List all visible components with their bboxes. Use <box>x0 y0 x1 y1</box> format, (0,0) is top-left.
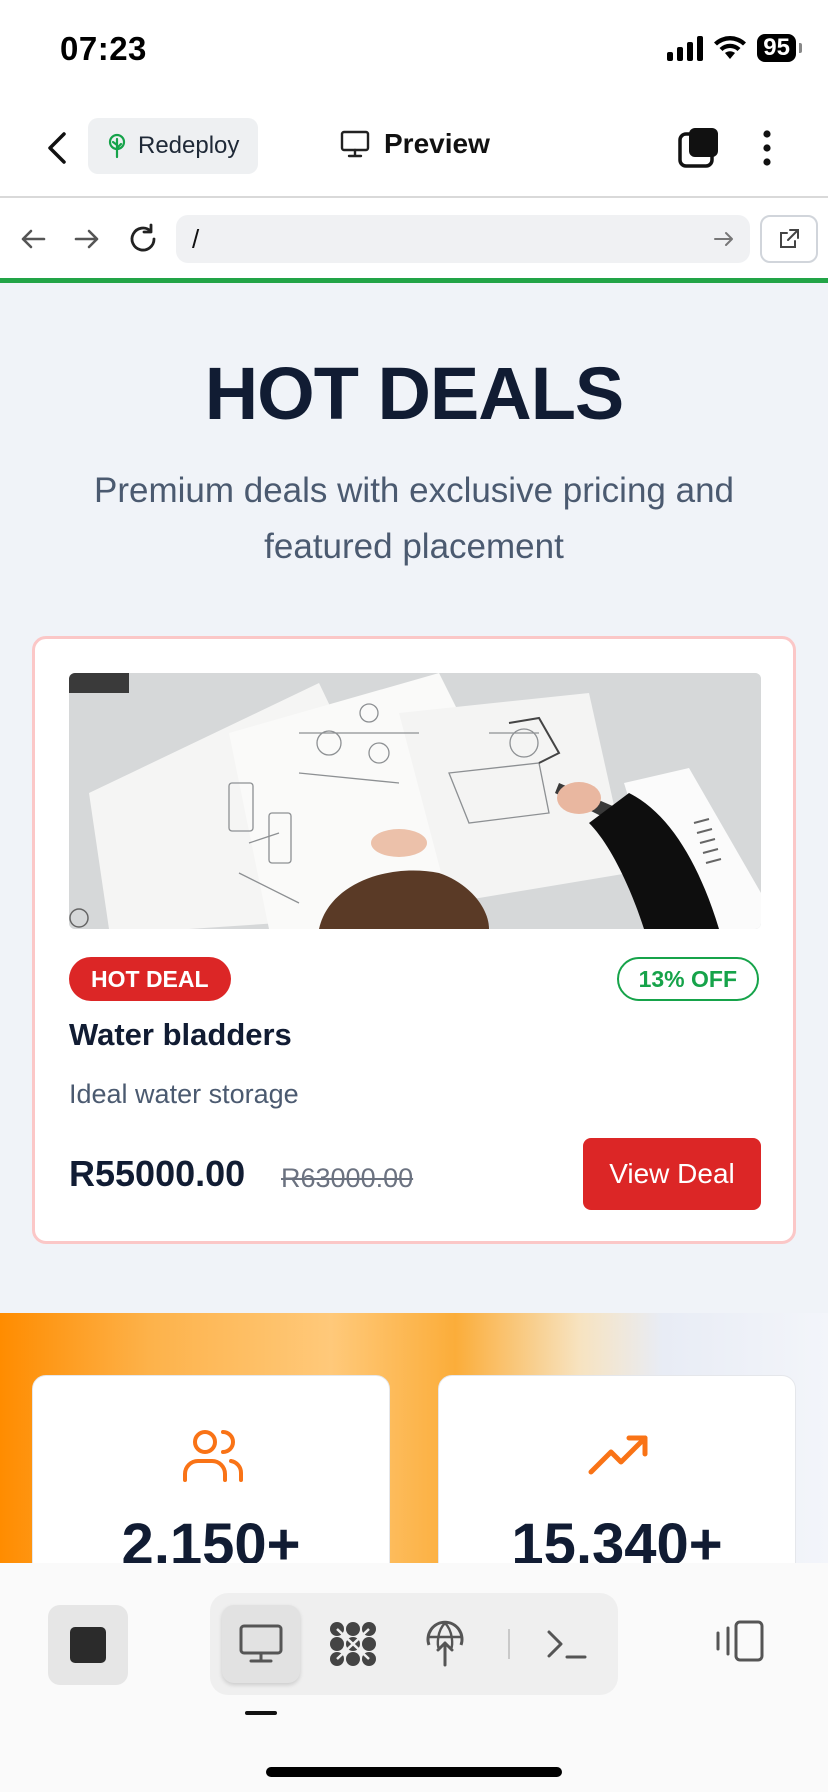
web-page: HOT DEALS Premium deals with exclusive p… <box>0 283 828 1563</box>
tool-switcher <box>210 1593 618 1695</box>
discount-badge: 13% OFF <box>616 957 759 1001</box>
page-subtitle: Premium deals with exclusive pricing and… <box>94 471 734 566</box>
preview-label: Preview <box>384 128 490 159</box>
browser-back-icon[interactable] <box>16 222 50 256</box>
wifi-icon <box>714 36 747 59</box>
active-tab-indicator <box>245 1711 277 1715</box>
stat-value: 15,340+ <box>511 1512 723 1563</box>
redeploy-button[interactable]: Redeploy <box>88 118 258 174</box>
page-title: HOT DEALS <box>204 352 625 435</box>
hot-deal-badge: HOT DEAL <box>69 957 231 1001</box>
deal-description: Ideal water storage <box>69 1079 299 1109</box>
trending-up-icon <box>588 1435 648 1475</box>
deal-original-price: R63000.00 <box>281 1163 414 1193</box>
deal-card[interactable]: HOT DEAL 13% OFF Water bladders Ideal wa… <box>32 636 796 1244</box>
open-external-button[interactable] <box>760 215 818 263</box>
panel-toggle-icon[interactable] <box>712 1617 766 1665</box>
go-arrow-icon[interactable] <box>712 227 736 251</box>
battery-indicator: 95 <box>757 34 802 62</box>
url-input[interactable]: / <box>176 215 750 263</box>
status-bar: 07:23 95 <box>0 0 828 100</box>
terminal-icon <box>547 1630 587 1659</box>
files-tool-button[interactable] <box>314 1605 392 1683</box>
tabs-icon[interactable] <box>676 126 720 170</box>
monitor-icon <box>340 130 370 158</box>
stat-card-trending: 15,340+ <box>438 1375 796 1563</box>
back-chevron-icon[interactable] <box>40 128 76 168</box>
stat-card-users: 2,150+ <box>32 1375 390 1563</box>
users-icon <box>183 1430 244 1482</box>
browser-bar: / <box>0 200 828 278</box>
status-time: 07:23 <box>60 30 147 67</box>
toolbar-divider <box>508 1629 510 1659</box>
deal-price: R55000.00 <box>69 1153 246 1194</box>
redeploy-label: Redeploy <box>138 132 240 159</box>
reload-icon[interactable] <box>126 222 160 256</box>
cellular-signal-icon <box>667 35 704 61</box>
bottom-toolbar <box>0 1563 828 1792</box>
more-vertical-icon[interactable] <box>752 126 782 170</box>
stop-icon <box>70 1627 106 1663</box>
stop-button[interactable] <box>48 1605 128 1685</box>
preview-tool-button[interactable] <box>222 1605 300 1683</box>
url-text: / <box>192 223 200 254</box>
modules-icon <box>330 1622 376 1666</box>
monitor-icon <box>239 1624 283 1663</box>
deploy-tool-button[interactable] <box>406 1605 484 1683</box>
status-icons: 95 <box>667 34 802 62</box>
browser-forward-icon[interactable] <box>70 222 104 256</box>
console-tool-button[interactable] <box>528 1605 606 1683</box>
deploy-tree-icon <box>108 133 126 159</box>
deal-title: Water bladders <box>69 1017 292 1052</box>
app-bar: Redeploy Preview <box>0 100 828 198</box>
stat-value: 2,150+ <box>121 1512 301 1563</box>
view-deal-button[interactable]: View Deal <box>583 1138 761 1210</box>
preview-title: Preview <box>340 128 490 160</box>
deploy-globe-icon <box>426 1620 464 1667</box>
deal-image <box>69 673 761 929</box>
home-indicator <box>266 1767 562 1777</box>
external-link-icon <box>780 229 799 248</box>
